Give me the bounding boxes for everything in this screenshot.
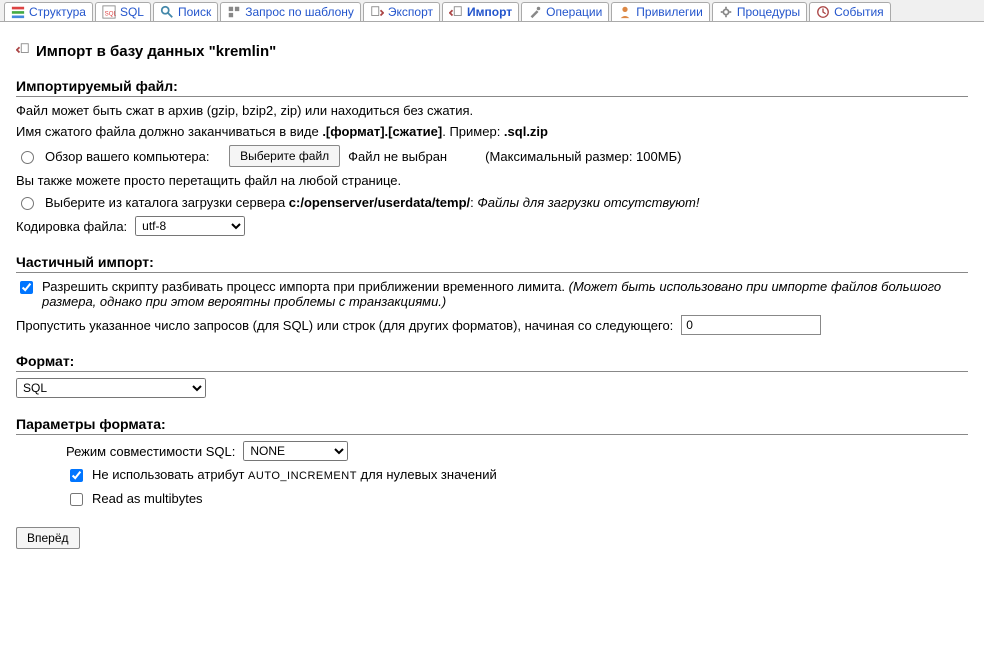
sql-icon: SQL [102, 5, 116, 19]
allow-interrupt-row: Разрешить скрипту разбивать процесс импо… [16, 279, 968, 309]
import-heading-icon [16, 42, 30, 60]
file-hint-naming: Имя сжатого файла должно заканчиваться в… [16, 124, 968, 139]
format-select[interactable]: SQL [16, 378, 206, 398]
file-section: Импортируемый файл: Файл может быть сжат… [16, 78, 968, 236]
tab-import[interactable]: Импорт [442, 2, 519, 21]
compat-label: Режим совместимости SQL: [66, 444, 235, 459]
choose-file-button[interactable]: Выберите файл [229, 145, 340, 167]
skip-row: Пропустить указанное число запросов (для… [16, 315, 968, 335]
charset-select[interactable]: utf-8 [135, 216, 245, 236]
read-multibytes-row: Read as multibytes [66, 491, 968, 509]
format-section-title: Формат: [16, 353, 968, 372]
svg-text:SQL: SQL [105, 11, 116, 18]
query-icon [227, 5, 241, 19]
tab-query-by-example[interactable]: Запрос по шаблону [220, 2, 361, 21]
tab-events[interactable]: События [809, 2, 891, 21]
search-icon [160, 5, 174, 19]
compat-select[interactable]: NONE [243, 441, 348, 461]
compat-row: Режим совместимости SQL: NONE [66, 441, 968, 461]
partial-section-title: Частичный импорт: [16, 254, 968, 273]
browse-label[interactable]: Обзор вашего компьютера: [45, 149, 210, 164]
file-hint-compression: Файл может быть сжат в архив (gzip, bzip… [16, 103, 968, 118]
no-file-text: Файл не выбран [348, 149, 447, 164]
tab-structure[interactable]: Структура [4, 2, 93, 21]
drag-hint: Вы также можете просто перетащить файл н… [16, 173, 968, 188]
radio-server[interactable] [21, 197, 34, 210]
export-icon [370, 5, 384, 19]
operations-icon [528, 5, 542, 19]
submit-button[interactable]: Вперёд [16, 527, 80, 549]
tab-search[interactable]: Поиск [153, 2, 218, 21]
structure-icon [11, 5, 25, 19]
import-icon [449, 5, 463, 19]
allow-interrupt-checkbox[interactable] [20, 281, 33, 294]
tab-label: Экспорт [388, 5, 433, 19]
max-size-text: (Максимальный размер: 100МБ) [485, 149, 681, 164]
tab-label: Операции [546, 5, 602, 19]
skip-input[interactable] [681, 315, 821, 335]
read-multibytes-checkbox[interactable] [70, 493, 83, 506]
charset-label: Кодировка файла: [16, 219, 127, 234]
format-section: Формат: SQL [16, 353, 968, 398]
privileges-icon [618, 5, 632, 19]
skip-label: Пропустить указанное число запросов (для… [16, 318, 673, 333]
page-title: Импорт в базу данных "kremlin" [16, 42, 968, 60]
tab-bar: Структура SQL SQL Поиск Запрос по шаблон… [0, 0, 984, 22]
partial-section: Частичный импорт: Разрешить скрипту разб… [16, 254, 968, 335]
allow-interrupt-label[interactable]: Разрешить скрипту разбивать процесс импо… [42, 279, 569, 294]
tab-label: Поиск [178, 5, 211, 19]
tab-operations[interactable]: Операции [521, 2, 609, 21]
tab-label: Привилегии [636, 5, 703, 19]
tab-label: Импорт [467, 5, 512, 19]
no-auto-increment-checkbox[interactable] [70, 469, 83, 482]
no-auto-increment-label[interactable]: Не использовать атрибут AUTO_INCREMENT д… [92, 467, 497, 482]
tab-routines[interactable]: Процедуры [712, 2, 807, 21]
main-content: Импорт в базу данных "kremlin" Импортиру… [0, 22, 984, 561]
file-section-title: Импортируемый файл: [16, 78, 968, 97]
server-empty-text: Файлы для загрузки отсутствуют! [477, 195, 699, 210]
tab-label: События [834, 5, 884, 19]
tab-label: SQL [120, 5, 144, 19]
routines-icon [719, 5, 733, 19]
tab-label: Процедуры [737, 5, 800, 19]
page-title-text: Импорт в базу данных "kremlin" [36, 43, 276, 60]
params-section: Параметры формата: Режим совместимости S… [16, 416, 968, 509]
browse-row: Обзор вашего компьютера: Выберите файл Ф… [16, 145, 968, 167]
tab-privileges[interactable]: Привилегии [611, 2, 710, 21]
charset-row: Кодировка файла: utf-8 [16, 216, 968, 236]
radio-browse[interactable] [21, 151, 34, 164]
no-auto-row: Не использовать атрибут AUTO_INCREMENT д… [66, 467, 968, 485]
tab-export[interactable]: Экспорт [363, 2, 440, 21]
params-section-title: Параметры формата: [16, 416, 968, 435]
tab-sql[interactable]: SQL SQL [95, 2, 151, 21]
read-multibytes-label[interactable]: Read as multibytes [92, 491, 203, 506]
events-icon [816, 5, 830, 19]
tab-label: Запрос по шаблону [245, 5, 354, 19]
server-row: Выберите из каталога загрузки сервера c:… [16, 194, 968, 210]
tab-label: Структура [29, 5, 86, 19]
